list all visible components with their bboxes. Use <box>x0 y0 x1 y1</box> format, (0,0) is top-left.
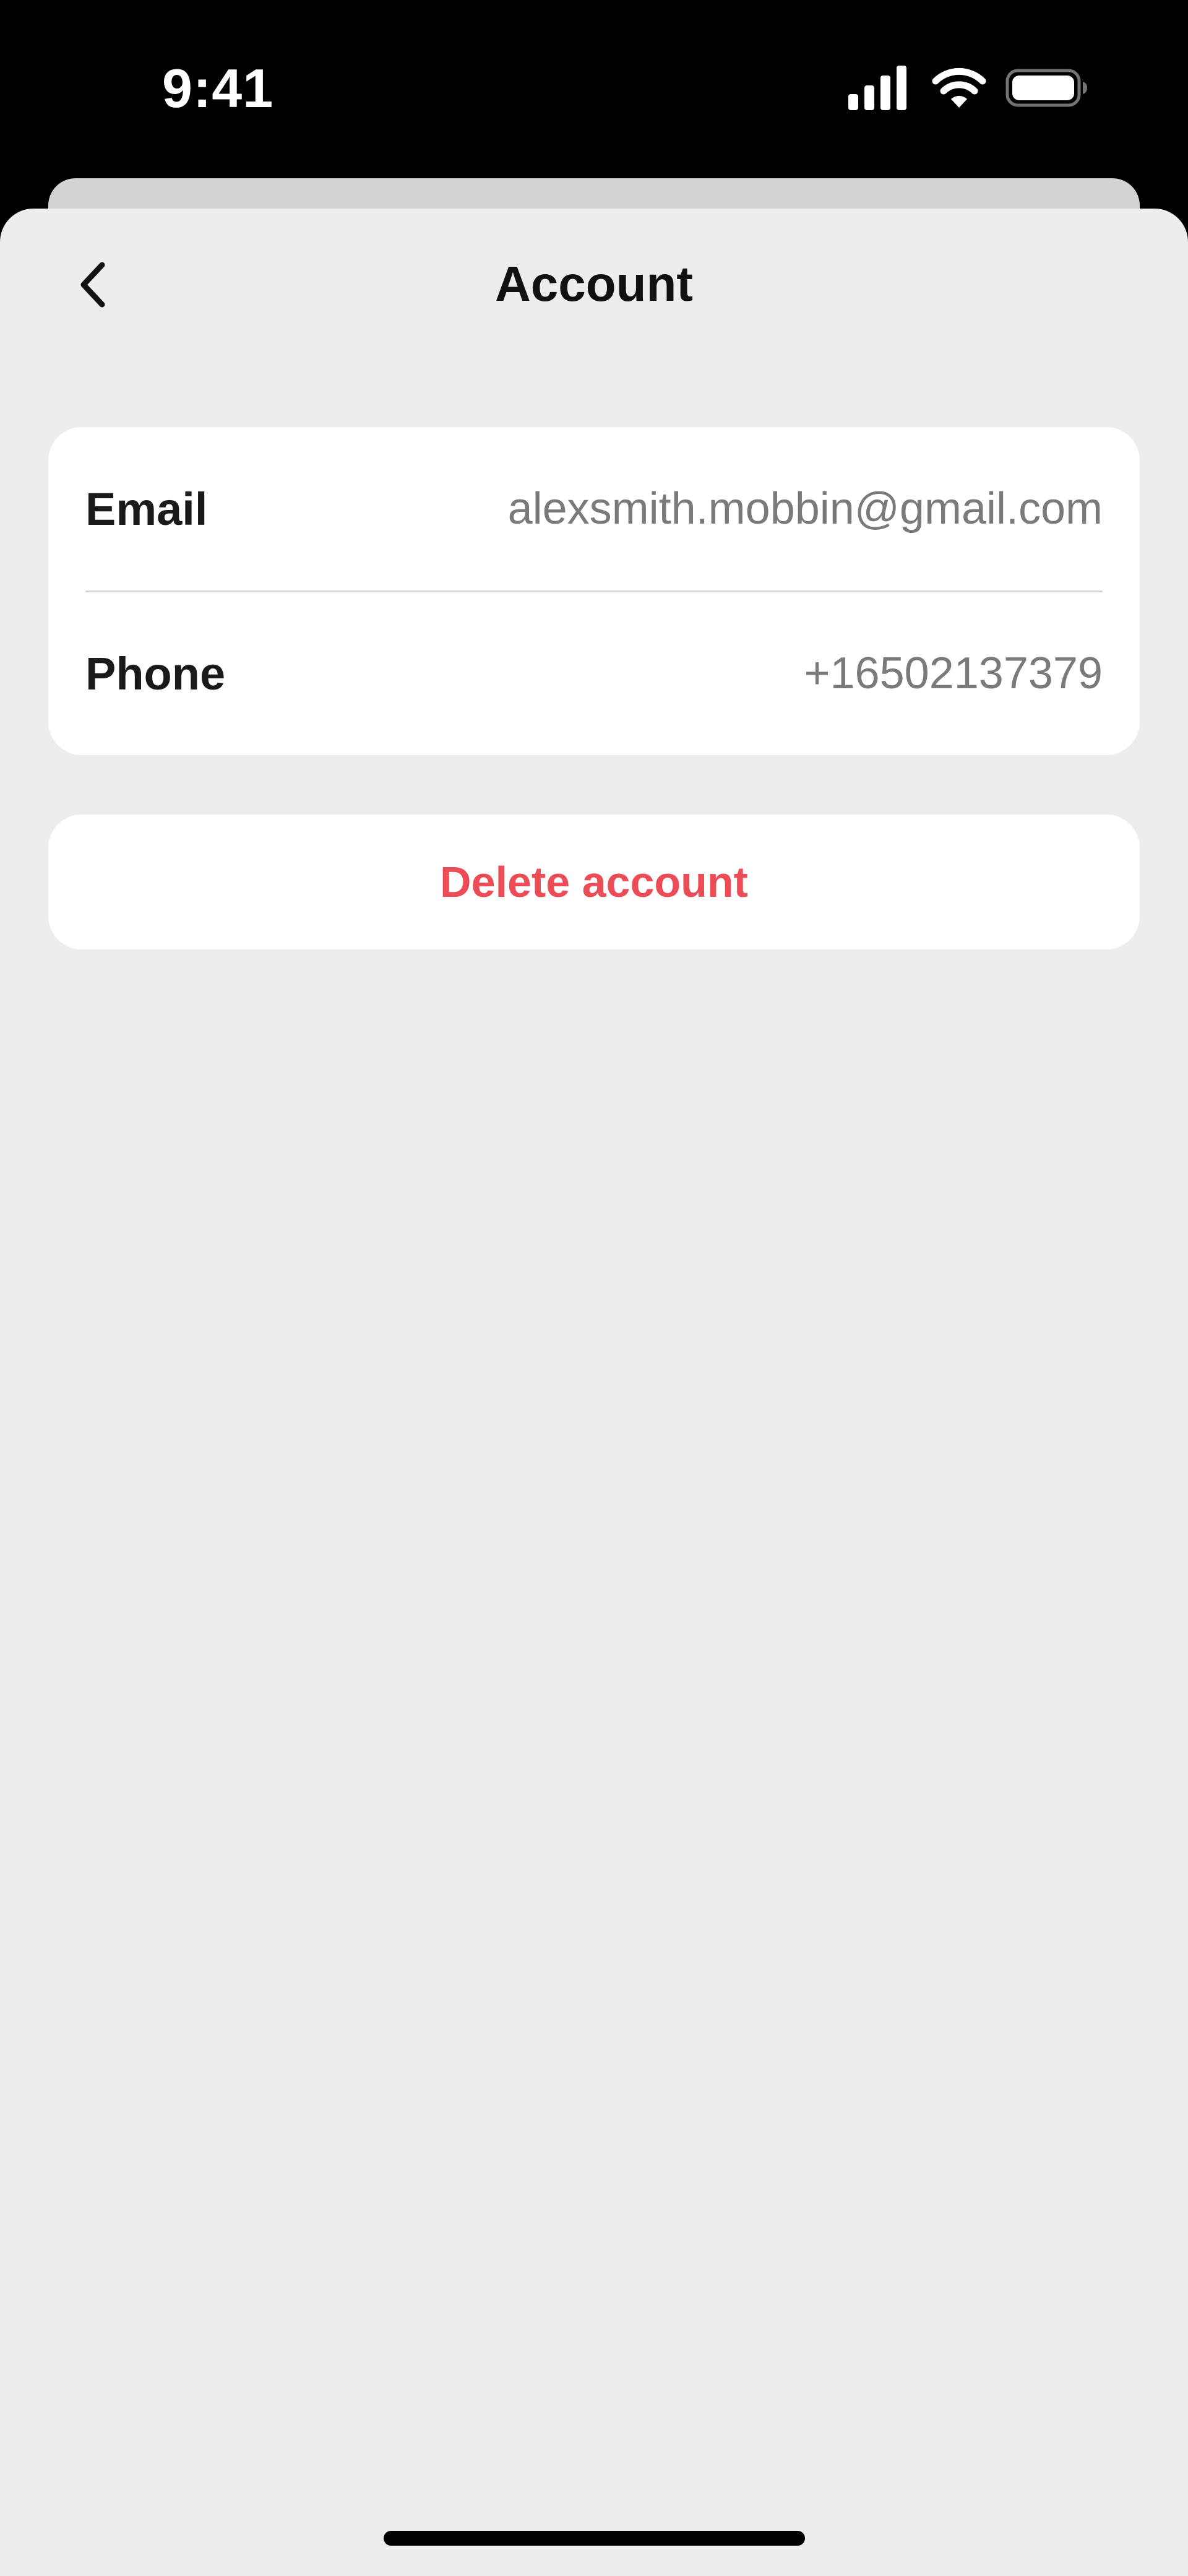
phone-label: Phone <box>85 647 226 699</box>
cellular-signal-icon <box>848 66 906 110</box>
battery-icon <box>1005 69 1087 107</box>
status-time: 9:41 <box>162 58 274 119</box>
phone-row[interactable]: Phone +16502137379 <box>85 592 1103 755</box>
email-value: alexsmith.mobbin@gmail.com <box>507 484 1103 534</box>
wifi-icon <box>932 67 986 108</box>
phone-value: +16502137379 <box>804 649 1103 698</box>
back-button[interactable] <box>64 254 120 316</box>
navigation-bar: Account <box>0 209 1188 382</box>
delete-account-label: Delete account <box>440 858 748 906</box>
delete-account-button[interactable]: Delete account <box>48 815 1140 949</box>
email-row[interactable]: Email alexsmith.mobbin@gmail.com <box>85 427 1103 590</box>
home-indicator[interactable] <box>384 2531 805 2546</box>
email-label: Email <box>85 483 208 535</box>
chevron-left-icon <box>80 262 105 308</box>
account-sheet: Account Email alexsmith.mobbin@gmail.com… <box>0 209 1188 2576</box>
account-info-card: Email alexsmith.mobbin@gmail.com Phone +… <box>48 427 1140 755</box>
page-title: Account <box>495 256 693 311</box>
status-bar: 9:41 <box>0 0 1188 179</box>
